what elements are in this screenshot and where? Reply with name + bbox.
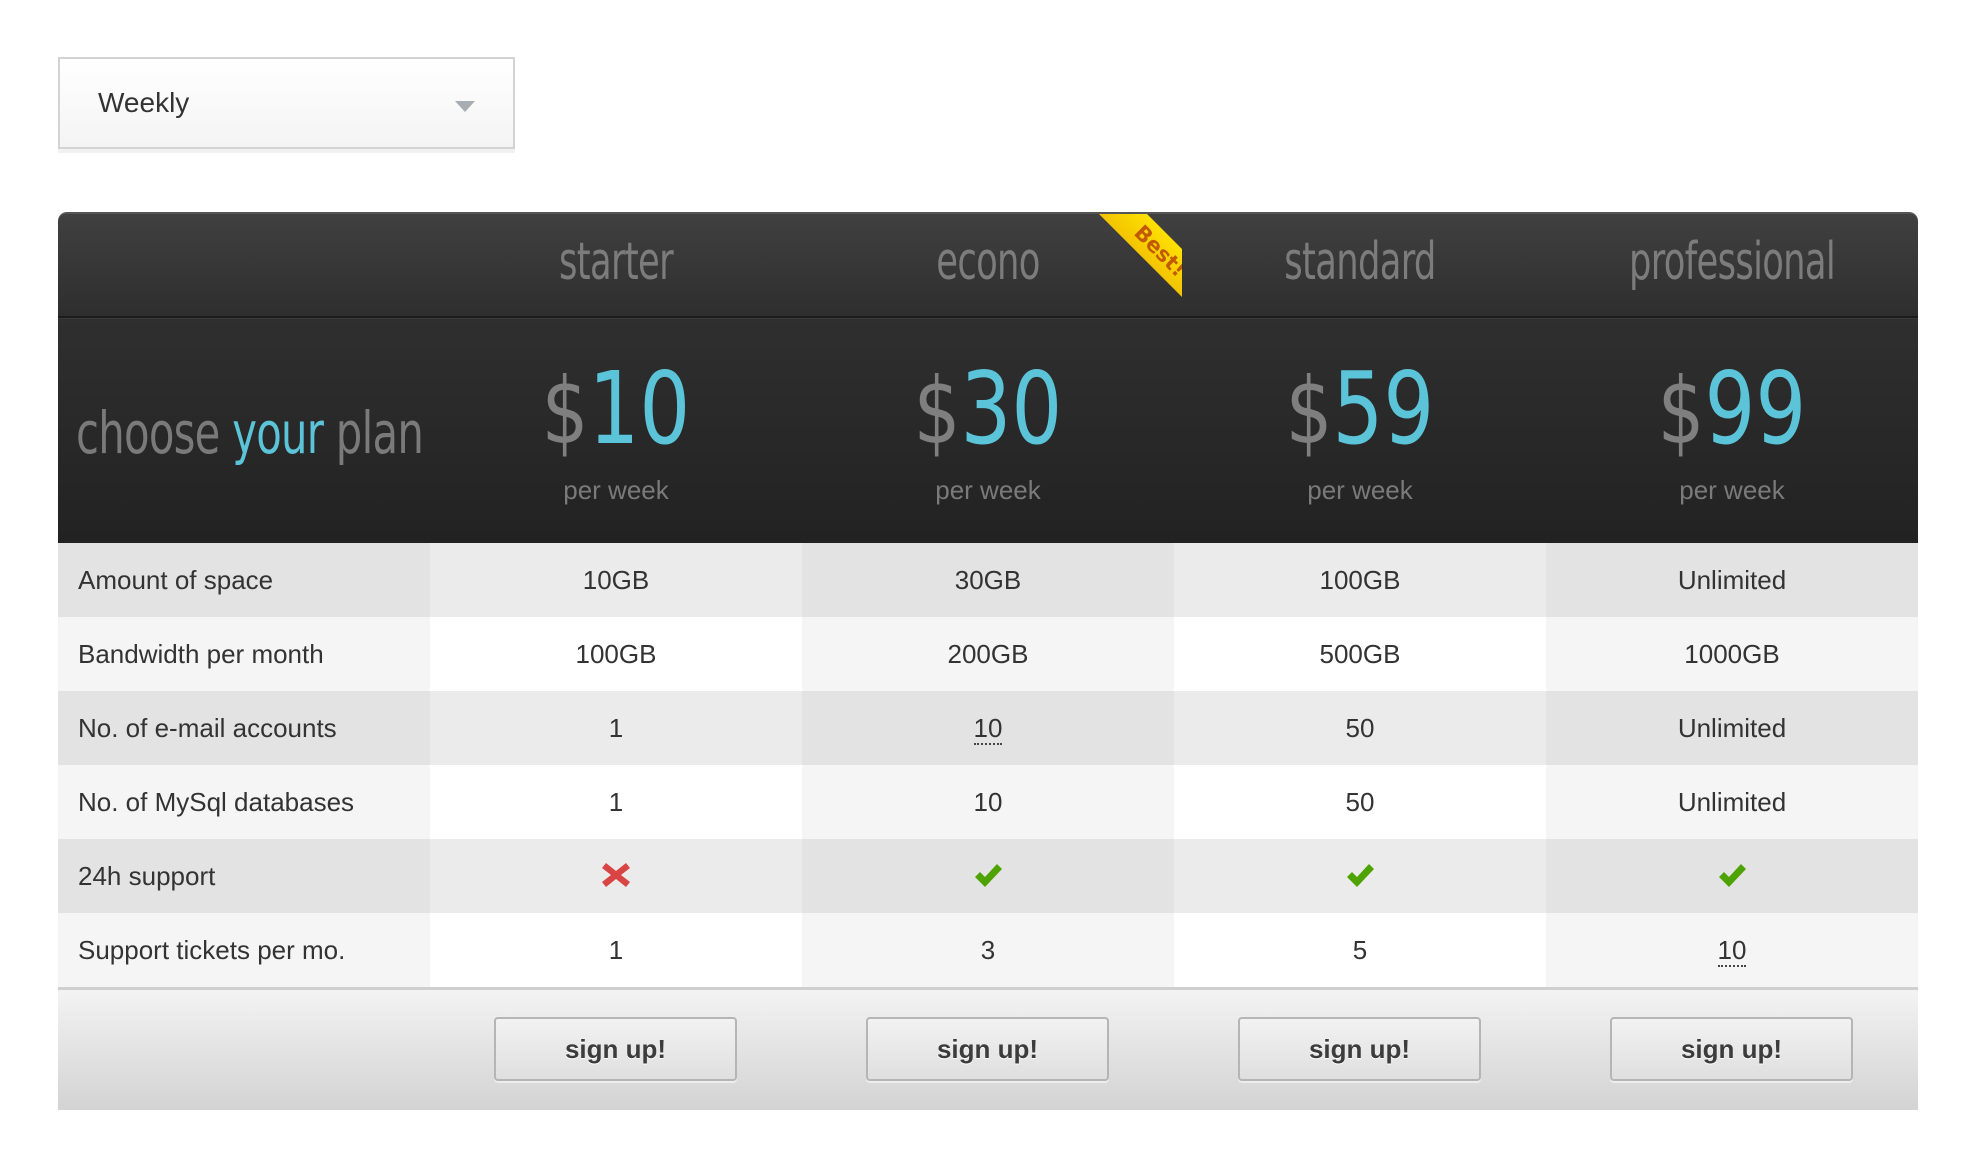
signup-button-starter[interactable]: sign up!	[494, 1017, 737, 1081]
period-select-value: Weekly	[98, 87, 190, 118]
value-text: 1	[608, 935, 624, 965]
tagline: choose your plan	[76, 399, 424, 467]
price-value: 99	[1704, 350, 1807, 467]
feature-value-standard: 100GB	[1174, 543, 1546, 617]
feature-value-starter: 1	[430, 913, 802, 987]
plan-name-professional: professional	[1628, 232, 1836, 292]
feature-row: Support tickets per mo. 1 3 5 10	[58, 913, 1918, 987]
tagline-word: plan	[335, 399, 424, 467]
feature-value-professional: 10	[1546, 913, 1918, 987]
price-value: 10	[588, 350, 691, 467]
feature-row: Amount of space 10GB 30GB 100GB Unlimited	[58, 543, 1918, 617]
best-ribbon: Best!	[1098, 214, 1182, 298]
value-text: 500GB	[1319, 639, 1401, 669]
value-text: 100GB	[1319, 565, 1401, 595]
feature-value-starter: 10GB	[430, 543, 802, 617]
check-icon	[1719, 864, 1746, 888]
feature-row: No. of e-mail accounts 1 10 50 Unlimited	[58, 691, 1918, 765]
feature-value-standard: 5	[1174, 913, 1546, 987]
feature-value-econo: 3	[802, 913, 1174, 987]
feature-label: Support tickets per mo.	[58, 913, 430, 987]
price-value: 59	[1332, 350, 1435, 467]
currency-symbol: $	[913, 358, 961, 465]
feature-value-standard	[1174, 839, 1546, 913]
price-standard: $59 per week	[1174, 319, 1546, 543]
price-period: per week	[1307, 475, 1413, 505]
feature-value-standard: 50	[1174, 691, 1546, 765]
plan-name-econo: econo	[936, 232, 1040, 292]
feature-value-starter: 1	[430, 765, 802, 839]
currency-symbol: $	[1285, 358, 1333, 465]
feature-row: No. of MySql databases 1 10 50 Unlimited	[58, 765, 1918, 839]
price-econo: $30 per week	[802, 319, 1174, 543]
plan-header-row: starter econo standard professional Best…	[58, 212, 1918, 318]
cross-icon	[602, 863, 630, 888]
price-row: choose your plan $10 per week $30 per we…	[58, 318, 1918, 543]
check-icon	[975, 864, 1002, 888]
price-starter: $10 per week	[430, 319, 802, 543]
value-text: 50	[1345, 713, 1375, 743]
value-text: 200GB	[947, 639, 1029, 669]
check-icon	[1347, 864, 1374, 888]
feature-label: Bandwidth per month	[58, 617, 430, 691]
feature-value-econo	[802, 839, 1174, 913]
value-text: 5	[1352, 935, 1368, 965]
signup-button-standard[interactable]: sign up!	[1238, 1017, 1481, 1081]
value-text: 3	[980, 935, 996, 965]
plan-name-starter: starter	[559, 232, 674, 292]
feature-value-standard: 500GB	[1174, 617, 1546, 691]
tagline-accent-word: your	[232, 399, 324, 467]
value-text: 50	[1345, 787, 1375, 817]
feature-value-professional: Unlimited	[1546, 765, 1918, 839]
value-text: 1000GB	[1684, 639, 1780, 669]
feature-value-starter: 1	[430, 691, 802, 765]
feature-row: 24h support	[58, 839, 1918, 913]
feature-label: Amount of space	[58, 543, 430, 617]
feature-value-professional: Unlimited	[1546, 543, 1918, 617]
feature-value-econo: 30GB	[802, 543, 1174, 617]
feature-value-econo: 200GB	[802, 617, 1174, 691]
price-professional: $99 per week	[1546, 319, 1918, 543]
best-ribbon-label: Best!	[1098, 214, 1182, 298]
value-text: 10GB	[582, 565, 650, 595]
feature-label: 24h support	[58, 839, 430, 913]
feature-value-standard: 50	[1174, 765, 1546, 839]
feature-value-econo: 10	[802, 691, 1174, 765]
currency-symbol: $	[541, 358, 589, 465]
feature-value-professional	[1546, 839, 1918, 913]
value-text: 1	[608, 713, 624, 743]
value-text: 1	[608, 787, 624, 817]
signup-button-econo[interactable]: sign up!	[866, 1017, 1109, 1081]
feature-label: No. of e-mail accounts	[58, 691, 430, 765]
signup-row: sign up! sign up! sign up! sign up!	[58, 987, 1918, 1110]
feature-value-professional: Unlimited	[1546, 691, 1918, 765]
feature-label: No. of MySql databases	[58, 765, 430, 839]
tagline-word: choose	[76, 399, 220, 467]
price-period: per week	[563, 475, 669, 505]
value-text: Unlimited	[1677, 565, 1787, 595]
feature-row: Bandwidth per month 100GB 200GB 500GB 1000GB	[58, 617, 1918, 691]
period-select[interactable]: Weekly	[58, 57, 515, 153]
value-text: 10	[973, 787, 1003, 817]
feature-value-econo: 10	[802, 765, 1174, 839]
value-text: 30GB	[954, 565, 1022, 595]
price-value: 30	[960, 350, 1063, 467]
value-text: 100GB	[575, 639, 657, 669]
feature-value-starter	[430, 839, 802, 913]
chevron-down-icon	[455, 101, 475, 112]
tooltip-value[interactable]: 10	[973, 715, 1003, 745]
currency-symbol: $	[1657, 358, 1705, 465]
value-text: Unlimited	[1677, 713, 1787, 743]
feature-rows: Amount of space 10GB 30GB 100GB Unlimited Ban…	[58, 543, 1918, 987]
feature-value-professional: 1000GB	[1546, 617, 1918, 691]
feature-value-starter: 100GB	[430, 617, 802, 691]
price-period: per week	[1679, 475, 1785, 505]
value-text: Unlimited	[1677, 787, 1787, 817]
pricing-table: starter econo standard professional Best…	[58, 212, 1918, 1110]
plan-name-standard: standard	[1284, 232, 1436, 292]
tooltip-value[interactable]: 10	[1717, 937, 1747, 967]
price-period: per week	[935, 475, 1041, 505]
signup-button-professional[interactable]: sign up!	[1610, 1017, 1853, 1081]
